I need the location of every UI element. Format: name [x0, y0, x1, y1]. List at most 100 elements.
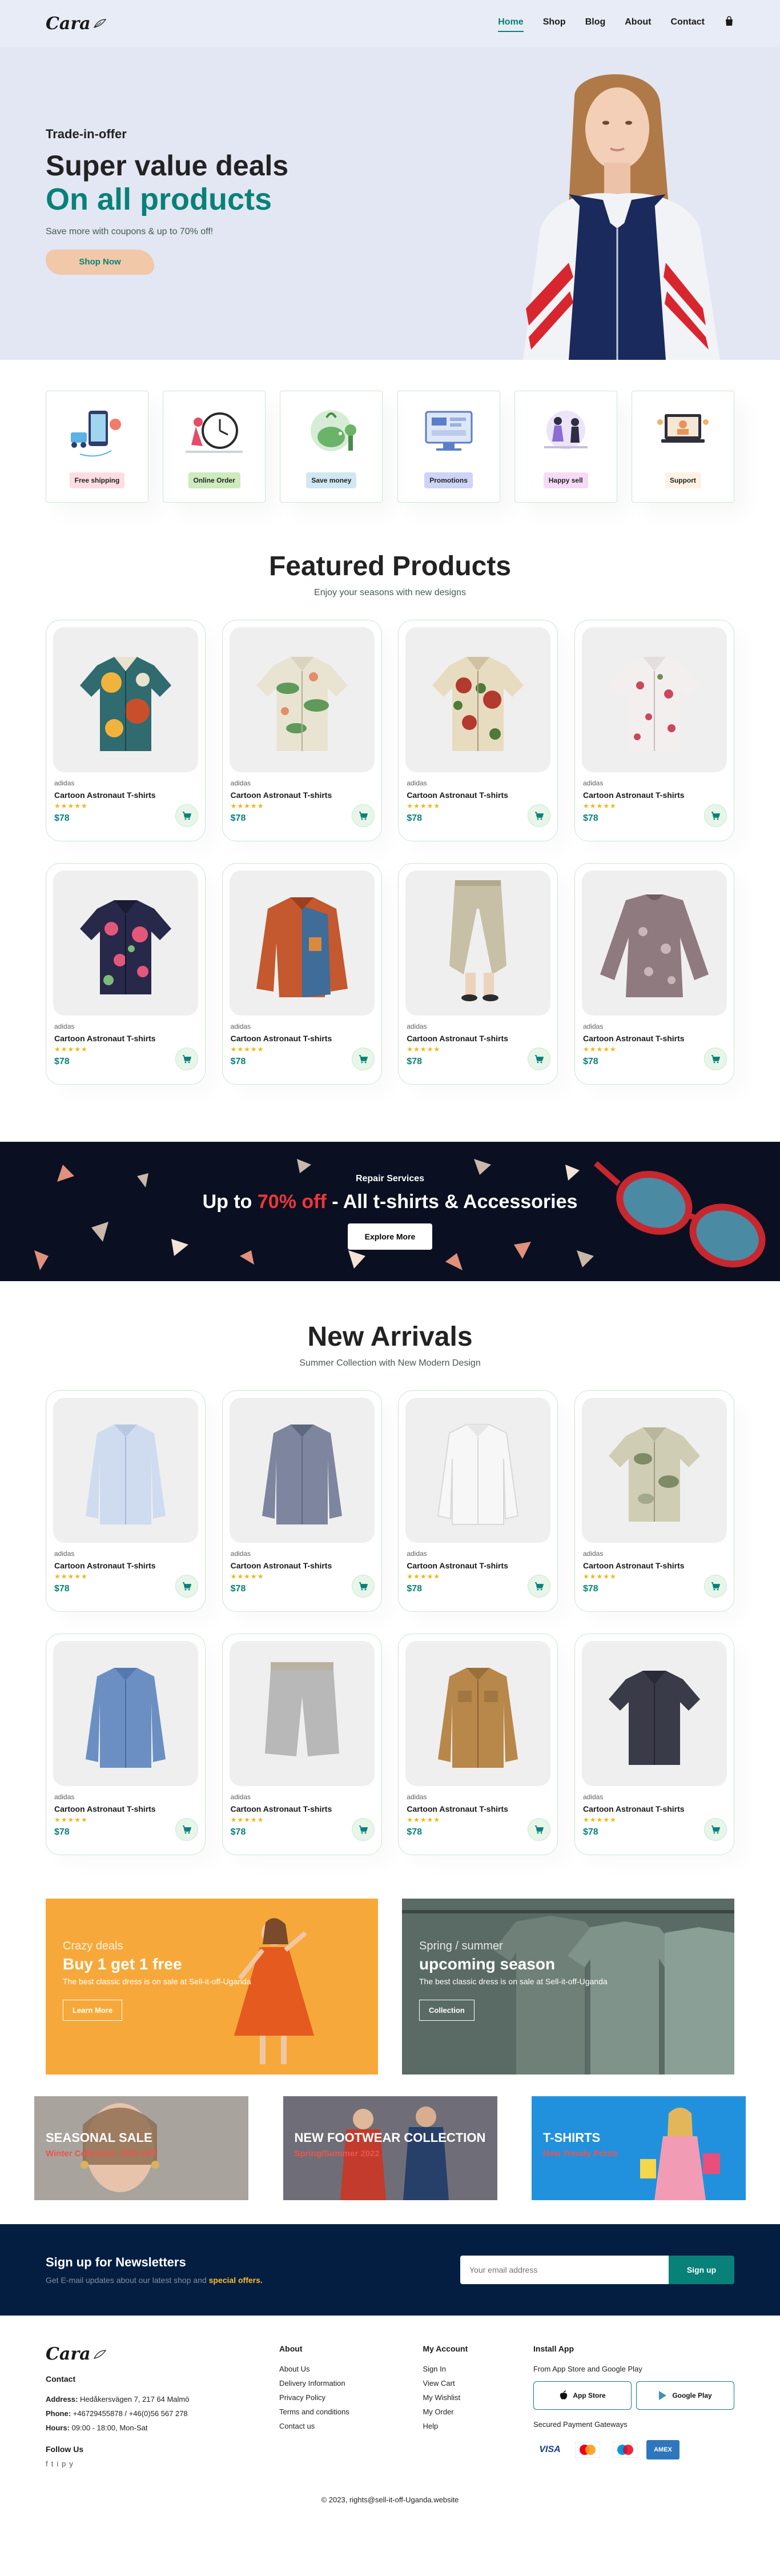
product-card[interactable]: adidas Cartoon Astronaut T-shirts ★★★★★ …	[574, 1634, 734, 1855]
add-to-cart-button[interactable]	[528, 804, 551, 827]
product-image	[229, 1398, 375, 1543]
add-to-cart-button[interactable]	[703, 1818, 727, 1841]
phone-value: +46729455878 / +46(0)56 567 278	[73, 2409, 188, 2418]
learn-more-button[interactable]: Learn More	[63, 2000, 123, 2021]
add-to-cart-button[interactable]	[175, 1048, 198, 1070]
seasonal-sale-banner[interactable]: SEASONAL SALE Winter Collection -50% OFF	[34, 2096, 248, 2200]
help-link[interactable]: Help	[423, 2422, 533, 2430]
product-image	[405, 1641, 551, 1786]
twitter-icon[interactable]: t	[51, 2459, 54, 2468]
feature-card: Happy sell	[514, 391, 617, 503]
facebook-icon[interactable]: f	[46, 2459, 48, 2468]
banner-kicker: Repair Services	[355, 1173, 425, 1183]
add-to-cart-button[interactable]	[528, 1575, 551, 1598]
google-play-button[interactable]: Google Play	[636, 2381, 734, 2410]
shirt-image	[608, 1427, 700, 1522]
trousers-image	[449, 880, 507, 1001]
product-card[interactable]: adidas Cartoon Astronaut T-shirts ★★★★★ …	[398, 1390, 558, 1612]
feature-label: Online Order	[188, 472, 240, 488]
delivery-info-link[interactable]: Delivery Information	[279, 2379, 423, 2388]
nav-blog[interactable]: Blog	[585, 17, 606, 30]
newsletter-text: Get E-mail updates about our latest shop…	[46, 2276, 263, 2285]
product-card[interactable]: adidas Cartoon Astronaut T-shirts ★★★★★ …	[222, 1390, 382, 1612]
contact-us-link[interactable]: Contact us	[279, 2422, 423, 2430]
product-image	[405, 870, 551, 1016]
product-card[interactable]: adidas Cartoon Astronaut T-shirts ★★★★★ …	[222, 863, 382, 1085]
add-to-cart-button[interactable]	[175, 1575, 198, 1598]
product-card[interactable]: adidas Cartoon Astronaut T-shirts ★★★★★ …	[398, 863, 558, 1085]
add-to-cart-button[interactable]	[528, 1048, 551, 1070]
newsletter-text-highlight: special offers.	[208, 2276, 263, 2285]
bag-icon[interactable]	[724, 15, 734, 31]
tshirts-banner[interactable]: T-SHIRTS New Trendy Prints	[532, 2096, 746, 2200]
about-us-link[interactable]: About Us	[279, 2365, 423, 2373]
product-image	[405, 627, 551, 772]
wishlist-link[interactable]: My Wishlist	[423, 2393, 533, 2402]
product-card[interactable]: adidas Cartoon Astronaut T-shirts ★★★★★ …	[222, 620, 382, 841]
add-to-cart-button[interactable]	[175, 1818, 198, 1841]
cart-icon	[183, 1582, 191, 1591]
banner-title: Up to 70% off - All t-shirts & Accessori…	[203, 1191, 578, 1213]
nav-home[interactable]: Home	[498, 17, 524, 32]
my-order-link[interactable]: My Order	[423, 2408, 533, 2416]
product-card[interactable]: adidas Cartoon Astronaut T-shirts ★★★★★ …	[574, 863, 734, 1085]
terms-link[interactable]: Terms and conditions	[279, 2408, 423, 2416]
follow-title: Follow Us	[46, 2445, 84, 2454]
pinterest-icon[interactable]: p	[62, 2459, 66, 2468]
youtube-icon[interactable]: y	[69, 2459, 73, 2468]
nav-about[interactable]: About	[625, 17, 651, 30]
maestro-logo	[609, 2440, 642, 2459]
product-card[interactable]: adidas Cartoon Astronaut T-shirts ★★★★★ …	[398, 620, 558, 841]
feature-card: Promotions	[397, 391, 500, 503]
product-card[interactable]: adidas Cartoon Astronaut T-shirts ★★★★★ …	[574, 1390, 734, 1612]
nav-contact[interactable]: Contact	[670, 17, 705, 30]
view-cart-link[interactable]: View Cart	[423, 2379, 533, 2388]
product-card[interactable]: adidas Cartoon Astronaut T-shirts ★★★★★ …	[222, 1634, 382, 1855]
sign-up-button[interactable]: Sign up	[669, 2256, 734, 2284]
shop-now-button[interactable]: Shop Now	[46, 249, 154, 275]
privacy-policy-link[interactable]: Privacy Policy	[279, 2393, 423, 2402]
add-to-cart-button[interactable]	[351, 1818, 375, 1841]
add-to-cart-button[interactable]	[351, 804, 375, 827]
product-brand: adidas	[407, 1022, 427, 1030]
newsletter-form: Sign up	[460, 2256, 734, 2284]
product-card[interactable]: adidas Cartoon Astronaut T-shirts ★★★★★ …	[46, 620, 206, 841]
product-image	[229, 627, 375, 772]
add-to-cart-button[interactable]	[351, 1048, 375, 1070]
phone-line: Phone: +46729455878 / +46(0)56 567 278	[46, 2409, 279, 2418]
explore-more-button[interactable]: Explore More	[347, 1223, 433, 1250]
app-store-button[interactable]: App Store	[533, 2381, 632, 2410]
add-to-cart-button[interactable]	[175, 804, 198, 827]
product-card[interactable]: adidas Cartoon Astronaut T-shirts ★★★★★ …	[46, 1634, 206, 1855]
product-card[interactable]: adidas Cartoon Astronaut T-shirts ★★★★★ …	[574, 620, 734, 841]
footwear-collection-banner[interactable]: NEW FOOTWEAR COLLECTION Spring/Summer 20…	[283, 2096, 497, 2200]
newsletter-text-block: Sign up for Newsletters Get E-mail updat…	[46, 2255, 263, 2285]
product-card[interactable]: adidas Cartoon Astronaut T-shirts ★★★★★ …	[398, 1634, 558, 1855]
product-image	[53, 870, 198, 1016]
copyright: © 2023, rights@sell-it-off-Uganda.websit…	[321, 2495, 459, 2504]
add-to-cart-button[interactable]	[528, 1818, 551, 1841]
star-rating: ★★★★★	[407, 1572, 441, 1580]
shorts-image	[264, 1662, 339, 1756]
add-to-cart-button[interactable]	[703, 1048, 727, 1070]
add-to-cart-button[interactable]	[703, 804, 727, 827]
phone-label: Phone:	[46, 2409, 71, 2418]
logo[interactable]: Cara	[46, 14, 107, 34]
nav-shop[interactable]: Shop	[543, 17, 566, 30]
feature-card: Support	[631, 391, 734, 503]
star-rating: ★★★★★	[407, 802, 441, 810]
product-card[interactable]: adidas Cartoon Astronaut T-shirts ★★★★★ …	[46, 863, 206, 1085]
collection-button[interactable]: Collection	[419, 2000, 475, 2021]
product-brand: adidas	[54, 1793, 75, 1801]
instagram-icon[interactable]: i	[57, 2459, 58, 2468]
shirt-image	[437, 1424, 519, 1525]
sign-in-link[interactable]: Sign In	[423, 2365, 533, 2373]
product-card[interactable]: adidas Cartoon Astronaut T-shirts ★★★★★ …	[46, 1390, 206, 1612]
footer-logo[interactable]: Cara	[46, 2344, 279, 2364]
email-input[interactable]	[460, 2256, 669, 2284]
feature-card: Free shipping	[46, 391, 148, 503]
featured-products-section: Featured Products Enjoy your seasons wit…	[0, 533, 780, 1118]
add-to-cart-button[interactable]	[351, 1575, 375, 1598]
add-to-cart-button[interactable]	[703, 1575, 727, 1598]
address-label: Address:	[46, 2395, 78, 2404]
